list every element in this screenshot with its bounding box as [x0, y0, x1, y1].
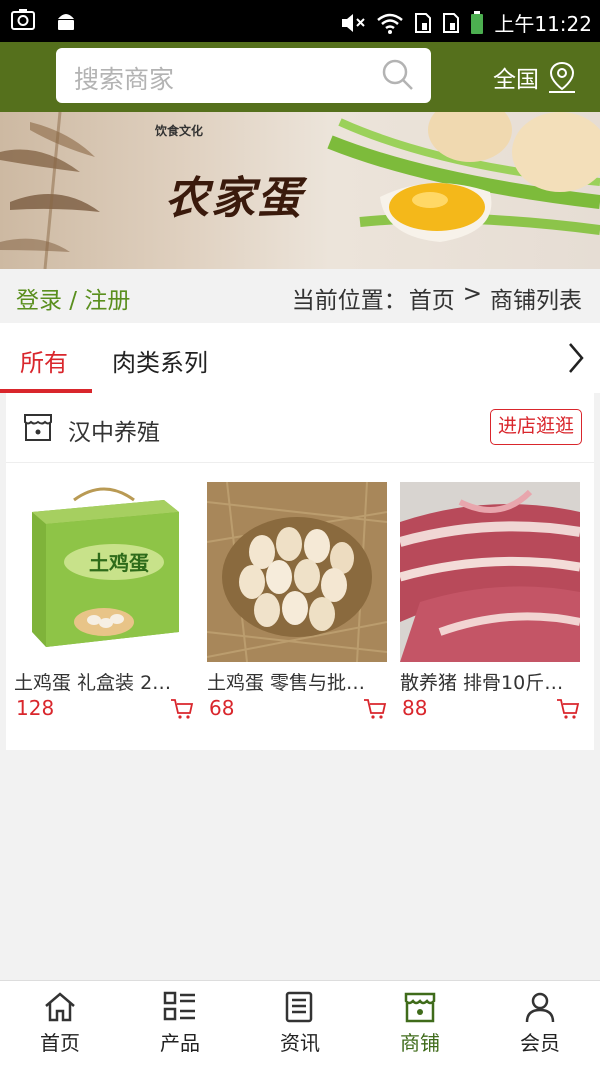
breadcrumb-home[interactable]: 首页 [409, 281, 455, 315]
nav-news-label: 资讯 [280, 1031, 320, 1055]
nav-shops[interactable]: 商铺 [360, 981, 480, 1067]
tab-meat-series[interactable]: 肉类系列 [112, 343, 208, 378]
sim-icon-2 [443, 12, 460, 33]
search-input[interactable]: 搜索商家 [56, 48, 431, 103]
cart-icon[interactable] [363, 698, 387, 720]
product-image[interactable]: 土鸡蛋 [14, 482, 194, 662]
breadcrumb-bar: 登录 / 注册 当前位置： 首页 > 商铺列表 [0, 269, 600, 323]
wifi-icon [377, 13, 404, 34]
nav-news[interactable]: 资讯 [240, 981, 360, 1067]
nav-shops-label: 商铺 [400, 1031, 440, 1055]
store-icon [24, 414, 52, 441]
cart-icon[interactable] [556, 698, 580, 720]
nav-home[interactable]: 首页 [0, 981, 120, 1067]
battery-icon [471, 10, 484, 34]
sim-icon [415, 12, 432, 33]
nav-member[interactable]: 会员 [480, 981, 600, 1067]
breadcrumb-separator: > [462, 281, 482, 307]
nav-products[interactable]: 产品 [120, 981, 240, 1067]
nav-member-label: 会员 [520, 1031, 560, 1055]
location-pin-icon [549, 61, 575, 93]
shop-card: 汉中养殖 进店逛逛 土鸡蛋 土鸡蛋 礼盒装 2… 128 土鸡蛋 零售与批… 6… [6, 393, 594, 750]
nav-home-label: 首页 [40, 1031, 80, 1055]
status-bar: 上午11:22 [0, 0, 600, 42]
nav-products-label: 产品 [160, 1031, 200, 1055]
mute-icon [342, 13, 366, 32]
search-placeholder: 搜索商家 [74, 65, 175, 94]
product-card[interactable]: 散养猪 排骨10斤… 88 [400, 482, 580, 720]
grid-list-icon [163, 991, 195, 1021]
search-icon[interactable] [381, 58, 415, 92]
product-title[interactable]: 土鸡蛋 零售与批… [207, 668, 387, 695]
product-title[interactable]: 散养猪 排骨10斤… [400, 668, 580, 695]
android-icon [58, 14, 74, 30]
user-icon [525, 992, 555, 1023]
cart-icon[interactable] [170, 698, 194, 720]
login-register-link[interactable]: 登录 / 注册 [16, 281, 130, 315]
category-tabs: 所有 肉类系列 [0, 323, 600, 393]
shop-header[interactable]: 汉中养殖 进店逛逛 [6, 393, 594, 463]
region-label: 全国 [493, 67, 539, 93]
banner-tagline: 饮食文化 [155, 124, 204, 138]
promo-banner[interactable]: 饮食文化 农家蛋 [0, 112, 600, 269]
enter-shop-button[interactable]: 进店逛逛 [489, 409, 582, 445]
svg-text:土鸡蛋: 土鸡蛋 [89, 551, 149, 575]
product-price: 68 [209, 696, 235, 720]
pork-ribs-image [400, 482, 580, 662]
eggs-in-nest-image [207, 482, 387, 662]
bottom-nav: 首页 产品 资讯 商铺 会员 [0, 980, 600, 1067]
breadcrumb-current: 商铺列表 [490, 288, 582, 314]
product-title[interactable]: 土鸡蛋 礼盒装 2… [14, 668, 194, 695]
home-icon [45, 992, 75, 1022]
breadcrumb: 当前位置： 首页 > 商铺列表 [292, 281, 582, 315]
banner-headline: 农家蛋 [165, 173, 303, 224]
product-price: 128 [16, 696, 55, 720]
tab-all[interactable]: 所有 [20, 343, 68, 378]
shop-name[interactable]: 汉中养殖 [68, 413, 160, 447]
status-time: 上午11:22 [494, 12, 592, 36]
store-icon [404, 992, 436, 1023]
breadcrumb-prefix: 当前位置： [291, 288, 407, 314]
product-card[interactable]: 土鸡蛋 土鸡蛋 礼盒装 2… 128 [14, 482, 194, 720]
news-icon [285, 991, 313, 1023]
region-selector[interactable]: 全国 [493, 60, 577, 94]
egg-gift-box-image: 土鸡蛋 [14, 482, 194, 662]
product-price: 88 [402, 696, 428, 720]
top-bar: 搜索商家 全国 [0, 42, 600, 112]
product-image[interactable] [207, 482, 387, 662]
chevron-right-icon[interactable] [566, 341, 586, 375]
product-card[interactable]: 土鸡蛋 零售与批… 68 [207, 482, 387, 720]
product-image[interactable] [400, 482, 580, 662]
screenshot-icon [11, 9, 35, 30]
